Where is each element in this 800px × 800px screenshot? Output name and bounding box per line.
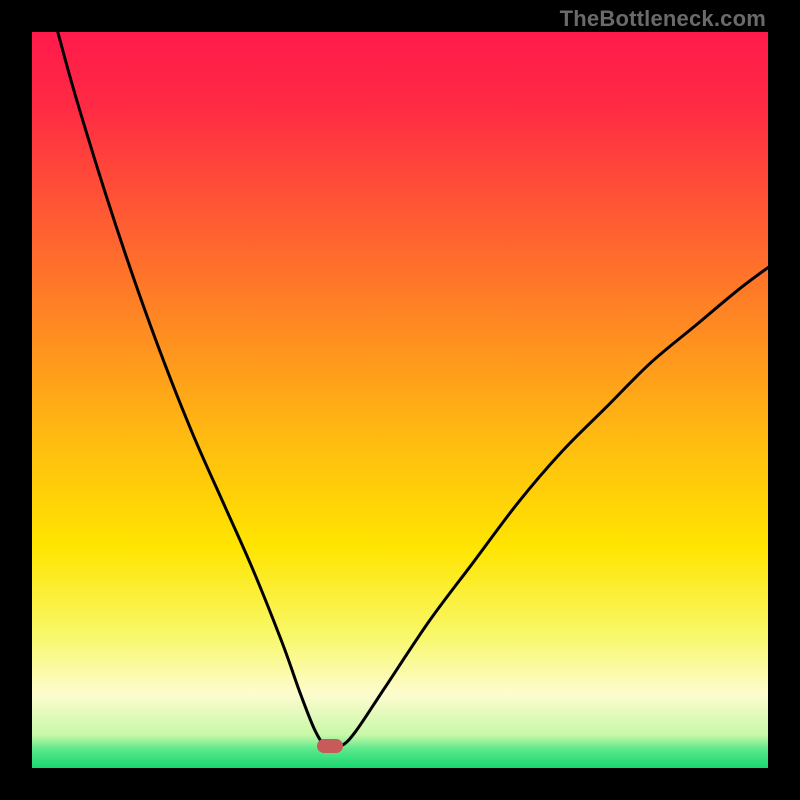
plot-area — [32, 32, 768, 768]
bottleneck-chart — [32, 32, 768, 768]
gradient-background — [32, 32, 768, 768]
watermark-text: TheBottleneck.com — [560, 6, 766, 32]
optimal-marker — [317, 739, 343, 753]
chart-frame: TheBottleneck.com — [0, 0, 800, 800]
